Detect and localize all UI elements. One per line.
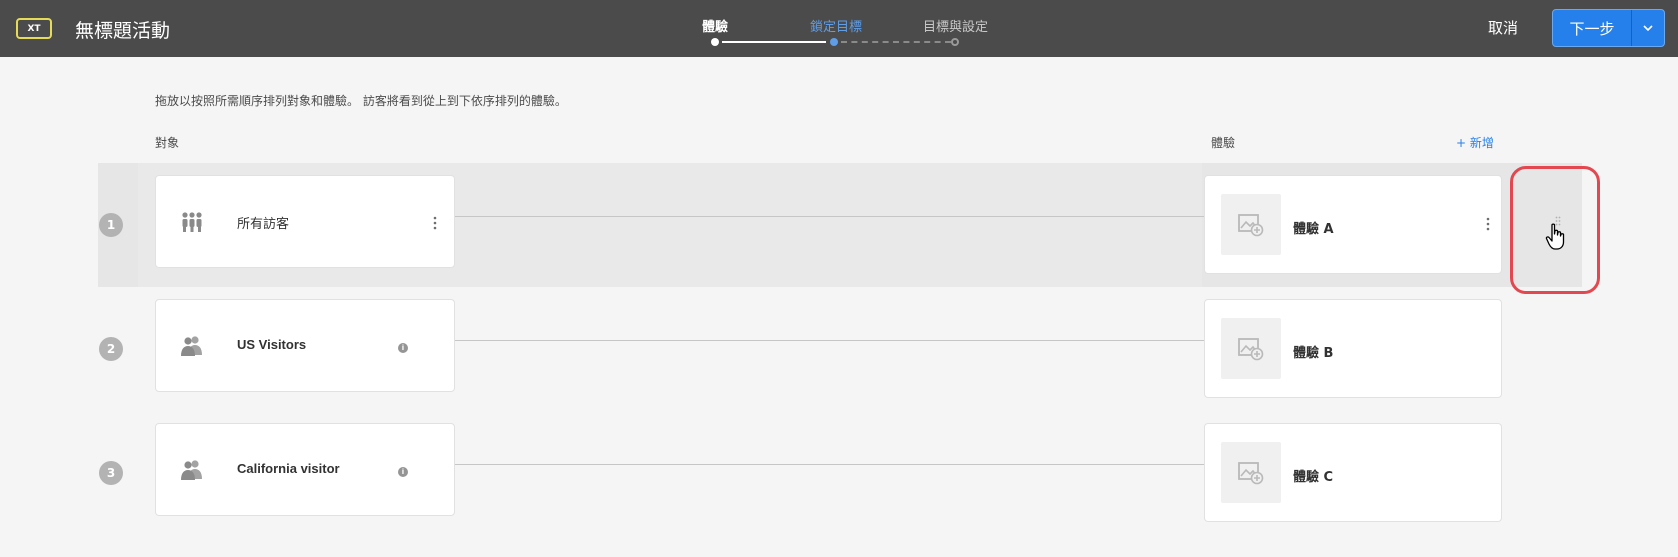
next-menu-button[interactable] [1632,10,1664,46]
experience-card[interactable]: 體驗 C [1204,423,1502,522]
audience-name: US Visitors [237,337,307,352]
step-dot-active [830,38,838,46]
experience-card[interactable]: 體驗 A [1204,175,1502,274]
cancel-button[interactable]: 取消 [1488,17,1518,38]
experience-name: 體驗 A [1293,222,1334,237]
group-icon [182,212,202,232]
experience-card[interactable]: 體驗 B [1204,299,1502,398]
step-dot-done [711,38,719,46]
activity-title[interactable]: 無標題活動 [75,16,170,43]
audience-column-header: 對象 [155,136,180,150]
experience-thumbnail[interactable] [1221,318,1281,379]
audience-name: California visitor [237,461,340,476]
audience-card[interactable]: California visitor i [155,423,455,516]
row-number: 3 [99,461,123,485]
row-number: 2 [99,337,123,361]
experience-name: 體驗 C [1293,470,1334,485]
experience-thumbnail[interactable] [1221,194,1281,255]
audience-card[interactable]: 所有訪客 [155,175,455,268]
row-connector [455,464,1204,465]
step-line-pending [841,41,951,43]
row-connector [455,216,1204,217]
add-image-icon [1238,337,1264,360]
activity-type-badge: XT [16,18,52,39]
audience-card[interactable]: US Visitors i [155,299,455,392]
row-number: 1 [99,213,123,237]
experience-thumbnail[interactable] [1221,442,1281,503]
add-experience-link[interactable]: + 新增 [1456,134,1494,151]
step-dot-pending [951,38,959,46]
add-image-icon [1238,213,1264,236]
row-connector [455,340,1204,341]
step-goals-settings[interactable]: 目標與設定 [923,16,988,35]
info-icon[interactable]: i [398,343,408,353]
more-options-icon[interactable] [1484,216,1492,232]
instructions-text: 拖放以按照所需順序排列對象和體驗。 訪客將看到從上到下依序排列的體驗。 [155,94,567,108]
step-line-done [722,41,826,43]
experience-column-header: 體驗 [1211,136,1236,150]
users-icon [181,460,202,480]
hand-cursor-icon [1545,223,1565,250]
info-icon[interactable]: i [398,467,408,477]
more-options-icon[interactable] [431,215,439,231]
experience-name: 體驗 B [1293,346,1334,361]
next-button[interactable]: 下一步 [1553,10,1632,46]
chevron-down-icon [1643,25,1653,31]
audience-name: 所有訪客 [237,217,290,232]
step-targeting[interactable]: 鎖定目標 [810,16,862,35]
users-icon [181,336,202,356]
next-button-group: 下一步 [1552,9,1665,47]
top-bar: XT 無標題活動 體驗 鎖定目標 目標與設定 取消 下一步 [0,0,1678,57]
add-image-icon [1238,461,1264,484]
step-experiences[interactable]: 體驗 [702,16,728,35]
